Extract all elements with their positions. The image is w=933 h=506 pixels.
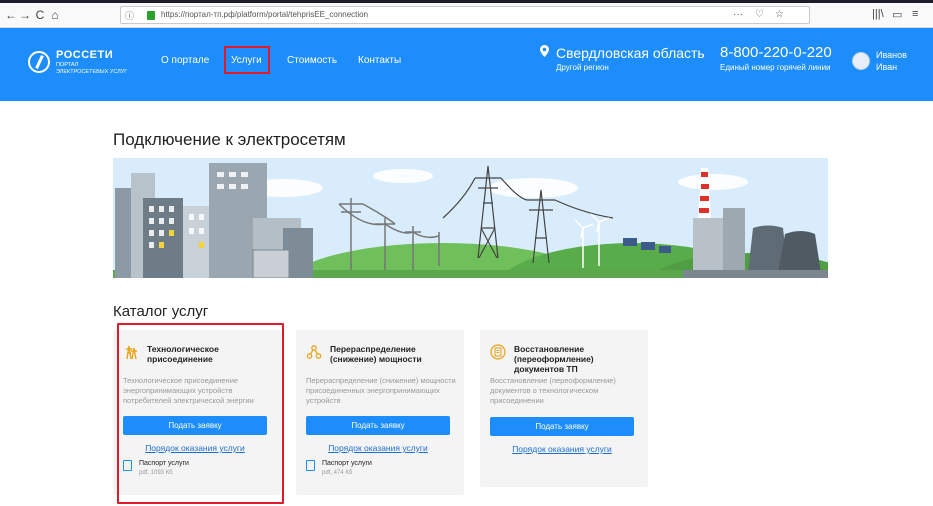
bookmark-star-icon[interactable]: ☆ xyxy=(775,9,784,20)
pocket-icon[interactable]: ♡ xyxy=(755,9,764,20)
file-icon xyxy=(306,460,315,471)
library-icon[interactable]: |||\ xyxy=(872,8,884,20)
redistribution-icon xyxy=(306,345,322,359)
url-text[interactable]: https://портал-тп.рф/platform/portal/teh… xyxy=(161,10,368,19)
info-icon[interactable]: ⓘ xyxy=(125,9,134,22)
logo[interactable]: РОССЕТИ ПОРТАЛ ЭЛЕКТРОСЕТЕВЫХ УСЛУГ xyxy=(28,49,148,85)
file-meta: pdf, 474 Кб xyxy=(322,470,353,476)
menu-icon[interactable]: ≡ xyxy=(912,8,918,20)
reload-icon[interactable]: C xyxy=(33,8,47,22)
submit-request-button[interactable]: Подать заявку xyxy=(490,417,634,436)
lock-icon xyxy=(147,11,155,20)
rosseti-logo-icon xyxy=(28,51,50,73)
catalog-title: Каталог услуг xyxy=(113,303,209,320)
user-last-name[interactable]: Иванов xyxy=(876,50,907,60)
menu-item-about[interactable]: О портале xyxy=(161,55,209,66)
location-pin-icon xyxy=(540,45,549,57)
logo-subtitle-1: ПОРТАЛ xyxy=(56,62,79,68)
card-highlight xyxy=(117,323,284,504)
site-header: РОССЕТИ ПОРТАЛ ЭЛЕКТРОСЕТЕВЫХ УСЛУГ О по… xyxy=(0,28,933,101)
sidebar-icon[interactable]: ▭ xyxy=(892,8,902,21)
service-card-restore-documents: Восстановление (переоформление) документ… xyxy=(480,330,648,487)
menu-item-contacts[interactable]: Контакты xyxy=(358,55,401,66)
window-top-bar xyxy=(0,0,933,3)
service-passport-link[interactable]: Паспорт услуги xyxy=(322,460,372,467)
user-first-name[interactable]: Иван xyxy=(876,62,897,72)
logo-subtitle-2: ЭЛЕКТРОСЕТЕВЫХ УСЛУГ xyxy=(56,69,128,75)
card-description: Восстановление (переоформление) документ… xyxy=(490,376,616,405)
browser-toolbar: ← → C ⌂ ⓘ https://портал-тп.рф/platform/… xyxy=(0,0,933,28)
home-icon[interactable]: ⌂ xyxy=(48,8,62,22)
document-restore-icon xyxy=(490,344,506,360)
region-name[interactable]: Свердловская область xyxy=(556,45,705,61)
back-icon[interactable]: ← xyxy=(4,8,18,22)
submit-request-button[interactable]: Подать заявку xyxy=(306,416,450,435)
hotline-caption: Единый номер горячей линии xyxy=(720,63,831,72)
page-actions-icon[interactable]: ··· xyxy=(733,9,743,20)
avatar[interactable] xyxy=(852,52,870,70)
service-procedure-link[interactable]: Порядок оказания услуги xyxy=(306,443,450,453)
change-region-link[interactable]: Другой регион xyxy=(556,63,609,72)
forward-icon[interactable]: → xyxy=(18,8,32,22)
page-title: Подключение к электросетям xyxy=(113,130,346,149)
service-procedure-link[interactable]: Порядок оказания услуги xyxy=(490,444,634,454)
hotline-phone[interactable]: 8-800-220-0-220 xyxy=(720,44,832,61)
power-grid-banner-illustration xyxy=(113,158,828,278)
card-description: Перераспределение (снижение) мощности пр… xyxy=(306,376,456,405)
card-title: Перераспределение (снижение) мощности xyxy=(330,344,422,364)
menu-item-cost[interactable]: Стоимость xyxy=(287,55,337,66)
active-menu-highlight xyxy=(224,46,270,74)
address-bar[interactable]: ⓘ https://портал-тп.рф/platform/portal/t… xyxy=(120,6,810,24)
card-title: Восстановление (переоформление) документ… xyxy=(514,344,594,374)
logo-brand: РОССЕТИ xyxy=(56,49,114,61)
service-card-redistribution: Перераспределение (снижение) мощности Пе… xyxy=(296,330,464,495)
